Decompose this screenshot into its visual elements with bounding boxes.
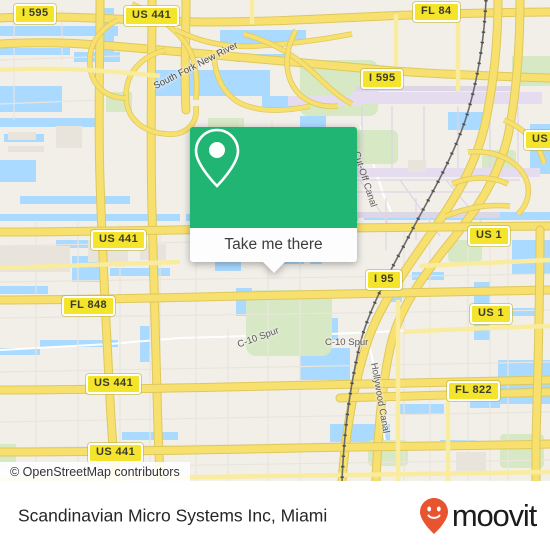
take-me-there-label: Take me there <box>224 236 323 253</box>
callout-header <box>190 127 357 228</box>
map-label-c10-spur-east: C-10 Spur <box>325 337 369 348</box>
road-shield-us441-s[interactable]: US 441 <box>88 443 144 463</box>
road-shield-fl84[interactable]: FL 84 <box>413 2 460 22</box>
road-shield-us441-w[interactable]: US 441 <box>91 230 147 250</box>
place-title: Scandinavian Micro Systems Inc, Miami <box>18 505 328 525</box>
road-shield-i595-nw[interactable]: I 595 <box>14 4 57 24</box>
road-shield-us1-s[interactable]: US 1 <box>470 304 513 324</box>
footer-bar: Scandinavian Micro Systems Inc, Miami mo… <box>0 481 550 550</box>
location-callout-card[interactable]: Take me there <box>190 127 357 273</box>
moovit-logo[interactable]: moovit <box>419 497 537 535</box>
road-shield-us1-n[interactable]: US 1 <box>468 226 511 246</box>
road-shield-fl848[interactable]: FL 848 <box>62 296 116 316</box>
map-pin-icon <box>194 128 240 188</box>
osm-attribution[interactable]: © OpenStreetMap contributors <box>0 462 190 481</box>
callout-tail <box>262 262 285 273</box>
moovit-pin-smiley-icon <box>419 497 448 534</box>
road-shield-i595-e[interactable]: I 595 <box>361 69 404 89</box>
road-shield-i95[interactable]: I 95 <box>366 270 402 290</box>
road-shield-us-edge[interactable]: US <box>524 130 550 150</box>
map-screenshot-page: .w{fill:#aadaff} .pk{fill:#d7e8c4} .ap{f… <box>0 0 550 550</box>
take-me-there-button[interactable]: Take me there <box>190 228 357 262</box>
moovit-wordmark: moovit <box>451 498 537 533</box>
road-shield-fl822[interactable]: FL 822 <box>447 381 501 401</box>
road-shield-us441-n[interactable]: US 441 <box>124 6 180 26</box>
map-canvas[interactable]: .w{fill:#aadaff} .pk{fill:#d7e8c4} .ap{f… <box>0 0 550 481</box>
road-shield-us441-m[interactable]: US 441 <box>86 374 142 394</box>
